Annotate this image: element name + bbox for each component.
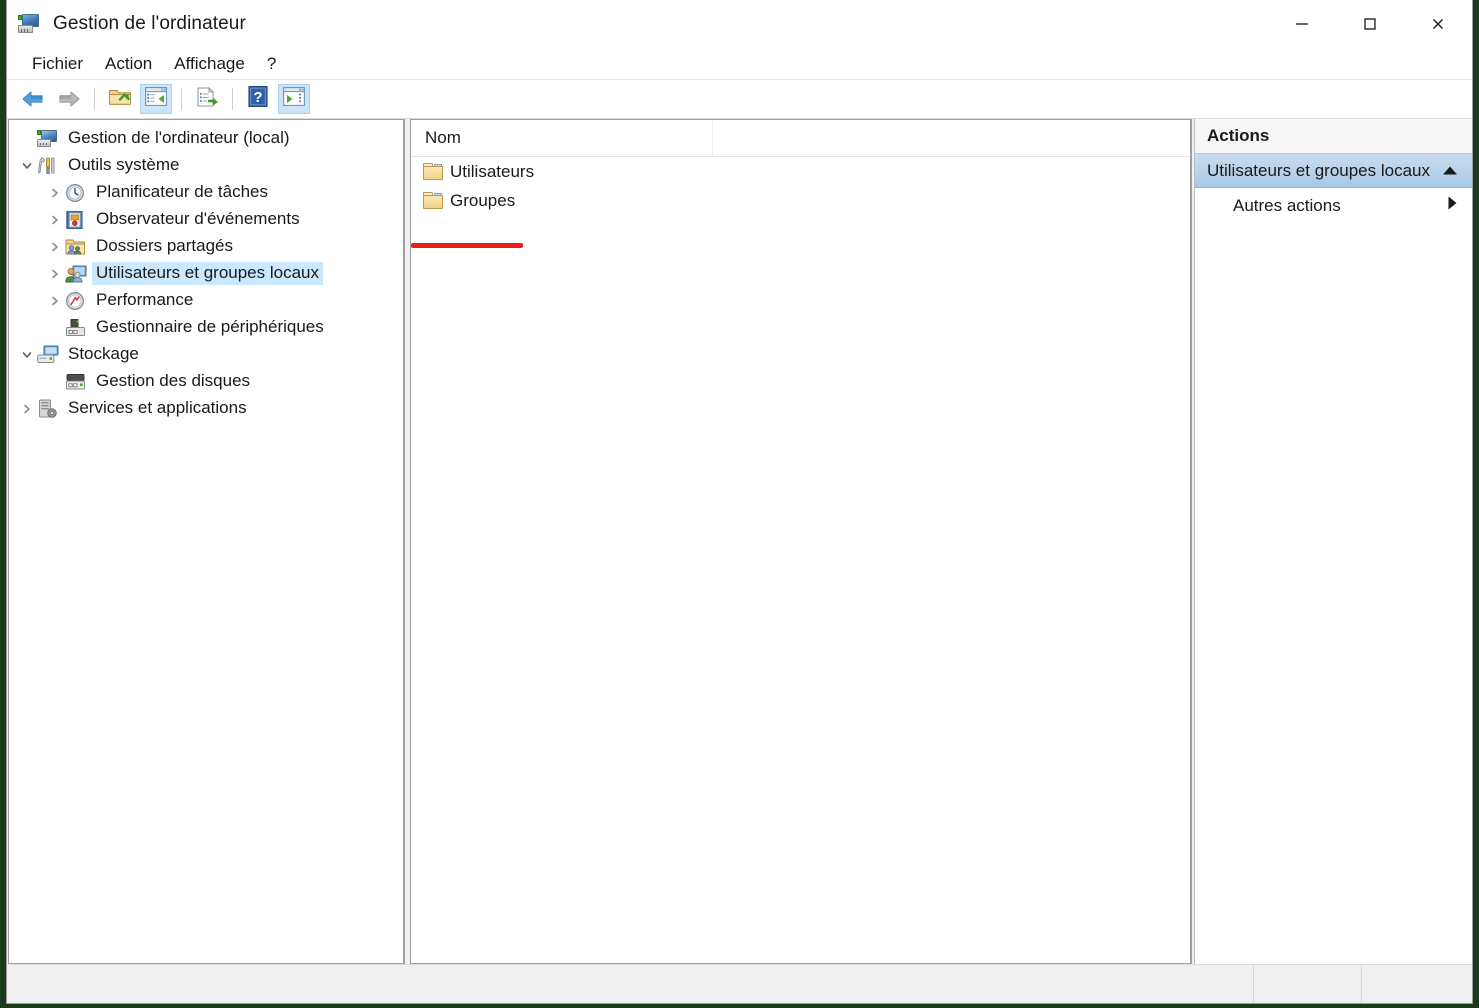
window-controls: [1268, 0, 1472, 48]
tree-item-device-manager[interactable]: Gestionnaire de périphériques: [9, 314, 403, 341]
status-bar-cell-2: [1362, 965, 1472, 1003]
show-hide-action-pane-button[interactable]: [278, 84, 310, 114]
status-bar-message: [7, 965, 1253, 1003]
tree-item-task-scheduler[interactable]: Planificateur de tâches: [9, 179, 403, 206]
red-underline-annotation: [411, 243, 523, 248]
show-hide-console-tree-button[interactable]: [140, 84, 172, 114]
forward-arrow-icon: [56, 89, 82, 109]
maximize-button[interactable]: [1336, 0, 1404, 48]
tree-item-label: Gestion des disques: [96, 371, 251, 390]
tree-item-event-viewer[interactable]: Observateur d'événements: [9, 206, 403, 233]
window-title: Gestion de l'ordinateur: [53, 13, 246, 34]
column-resize-handle[interactable]: [712, 120, 713, 156]
tree-item-label: Services et applications: [68, 398, 247, 417]
tree-item-label: Stockage: [68, 344, 139, 363]
tree-item-performance[interactable]: Performance: [9, 287, 403, 314]
column-header-nom[interactable]: Nom: [411, 128, 712, 148]
menu-affichage[interactable]: Affichage: [163, 52, 256, 76]
system-tools-icon: [37, 156, 59, 176]
chevron-right-icon[interactable]: [45, 237, 65, 257]
tree-item-label: Observateur d'événements: [96, 209, 300, 228]
folder-icon: [423, 192, 443, 209]
shared-folders-icon: [65, 237, 87, 257]
actions-pane: Actions Utilisateurs et groupes locaux A…: [1194, 119, 1472, 964]
tree-item-computer-management[interactable]: Gestion de l'ordinateur (local): [9, 125, 403, 152]
chevron-right-icon[interactable]: [45, 183, 65, 203]
export-list-icon: [196, 86, 219, 112]
action-group-header-local-users-and-groups[interactable]: Utilisateurs et groupes locaux: [1195, 154, 1472, 188]
performance-icon: [65, 291, 87, 311]
svg-text:?: ?: [253, 89, 262, 106]
chevron-right-icon[interactable]: [45, 210, 65, 230]
tree-item-services-and-applications[interactable]: Services et applications: [9, 395, 403, 422]
tree-item-label: Planificateur de tâches: [96, 182, 268, 201]
computer-management-window: Gestion de l'ordinateur Fichier Action A…: [6, 0, 1473, 1004]
export-list-button[interactable]: [191, 84, 223, 114]
disk-management-icon: [65, 372, 87, 392]
action-pane-icon: [283, 87, 305, 111]
chevron-down-icon[interactable]: [17, 345, 37, 365]
twisty-none: [17, 129, 37, 149]
chevron-up-icon[interactable]: [1442, 161, 1458, 181]
console-tree-pane: Gestion de l'ordinateur (local) Outils s…: [8, 119, 405, 964]
list-item-groupes[interactable]: Groupes: [411, 186, 1190, 215]
menu-action[interactable]: Action: [94, 52, 163, 76]
back-button[interactable]: [17, 84, 49, 114]
help-button[interactable]: ?: [242, 84, 274, 114]
list-item-label: Utilisateurs: [450, 161, 535, 181]
tree-item-local-users-and-groups[interactable]: Utilisateurs et groupes locaux: [9, 260, 403, 287]
status-bar: [7, 964, 1472, 1003]
list-item-utilisateurs[interactable]: Utilisateurs: [411, 157, 1190, 186]
list-item-label: Groupes: [450, 190, 516, 210]
action-item-label: Autres actions: [1233, 195, 1341, 215]
storage-icon: [37, 345, 59, 365]
folder-up-icon: [108, 86, 132, 112]
menu-fichier[interactable]: Fichier: [21, 52, 94, 76]
toolbar-separator-1: [94, 88, 95, 110]
tree-item-label: Utilisateurs et groupes locaux: [92, 262, 324, 285]
tree-item-label: Performance: [96, 290, 194, 309]
local-users-groups-icon: [65, 264, 87, 284]
panes-container: Gestion de l'ordinateur (local) Outils s…: [7, 119, 1472, 964]
chevron-down-icon[interactable]: [17, 156, 37, 176]
minimize-button[interactable]: [1268, 0, 1336, 48]
console-tree-icon: [145, 87, 167, 111]
tree-item-shared-folders[interactable]: Dossiers partagés: [9, 233, 403, 260]
title-bar: Gestion de l'ordinateur: [7, 0, 1472, 48]
computer-management-icon: [18, 14, 40, 34]
forward-button[interactable]: [53, 84, 85, 114]
tree-item-label: Gestionnaire de périphériques: [96, 317, 324, 336]
chevron-right-icon[interactable]: [45, 291, 65, 311]
tree-item-label: Outils système: [68, 155, 180, 174]
clock-icon: [65, 183, 87, 203]
chevron-right-icon[interactable]: [45, 264, 65, 284]
menu-bar: Fichier Action Affichage ?: [7, 48, 1472, 80]
tree-item-disk-management[interactable]: Gestion des disques: [9, 368, 403, 395]
status-bar-cell-1: [1254, 965, 1361, 1003]
toolbar-separator-3: [232, 88, 233, 110]
services-apps-icon: [37, 399, 59, 419]
action-item-autres-actions[interactable]: Autres actions: [1195, 188, 1472, 223]
help-question-icon: ?: [248, 86, 268, 112]
chevron-right-icon[interactable]: [1447, 195, 1458, 216]
action-group-header-label: Utilisateurs et groupes locaux: [1207, 160, 1431, 180]
computer-icon: [37, 129, 59, 149]
toolbar-separator-2: [181, 88, 182, 110]
device-manager-icon: [65, 318, 87, 338]
tree-item-label: Gestion de l'ordinateur (local): [68, 128, 290, 147]
chevron-right-icon[interactable]: [17, 399, 37, 419]
toolbar: ?: [7, 80, 1472, 119]
menu-aide[interactable]: ?: [256, 52, 287, 76]
tree-item-storage[interactable]: Stockage: [9, 341, 403, 368]
tree-item-system-tools[interactable]: Outils système: [9, 152, 403, 179]
actions-pane-title: Actions: [1195, 119, 1472, 154]
folder-icon: [423, 163, 443, 180]
result-list-pane: Nom Utilisateurs Groupes: [410, 119, 1192, 964]
event-viewer-icon: [65, 210, 87, 230]
list-column-header: Nom: [411, 120, 1190, 157]
back-arrow-icon: [20, 89, 46, 109]
tree-item-label: Dossiers partagés: [96, 236, 234, 255]
close-button[interactable]: [1404, 0, 1472, 48]
up-one-level-button[interactable]: [104, 84, 136, 114]
